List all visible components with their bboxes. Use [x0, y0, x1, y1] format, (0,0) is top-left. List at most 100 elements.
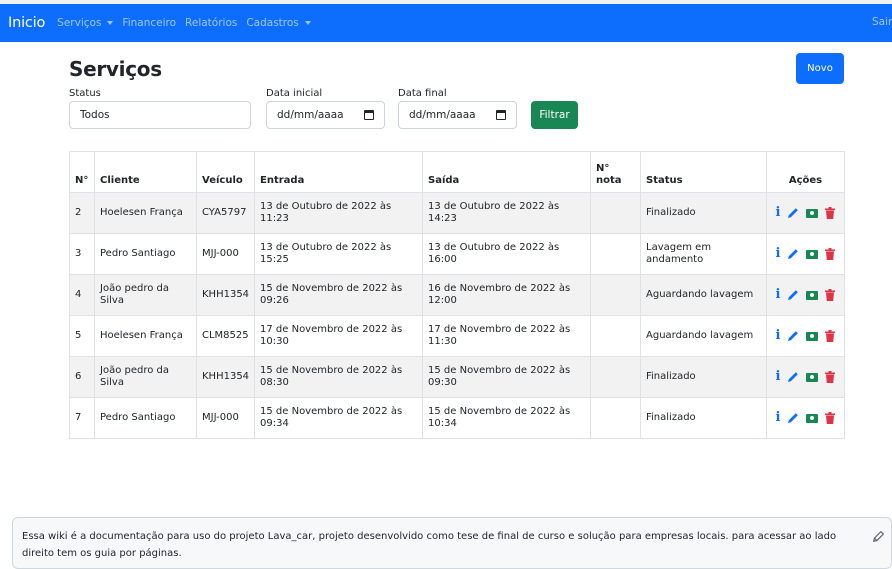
trash-icon[interactable]: [825, 207, 836, 219]
cell-entrada: 15 de Novembro de 2022 às 09:34: [254, 397, 423, 439]
end-date-label: Data final: [398, 88, 447, 99]
money-icon[interactable]: [806, 413, 819, 423]
trash-icon[interactable]: [825, 371, 836, 383]
start-date-value: dd/mm/aaaa: [277, 109, 344, 121]
nav-item-label: Cadastros: [246, 17, 299, 29]
money-icon[interactable]: [806, 208, 819, 218]
money-icon[interactable]: [806, 290, 819, 300]
cell-nota: [590, 315, 641, 357]
cell-cliente: Pedro Santiago: [94, 233, 197, 275]
row-actions: i: [772, 411, 839, 424]
cell-num: 5: [69, 315, 95, 357]
money-icon[interactable]: [806, 331, 819, 341]
cell-status: Aguardando lavagem: [640, 315, 767, 357]
nav-item-label: Serviços: [57, 17, 102, 29]
money-icon[interactable]: [806, 249, 819, 259]
cell-status: Lavagem em andamento: [640, 233, 767, 275]
calendar-icon[interactable]: [364, 110, 374, 120]
money-icon[interactable]: [806, 372, 819, 382]
cell-veiculo: MJJ-000: [196, 233, 255, 275]
row-actions: i: [772, 370, 839, 383]
status-select-value: Todos: [80, 109, 110, 121]
cell-saida: 15 de Novembro de 2022 às 10:34: [422, 397, 591, 439]
calendar-icon[interactable]: [496, 110, 506, 120]
info-icon[interactable]: i: [776, 370, 781, 383]
cell-cliente: Hoelesen França: [94, 315, 197, 357]
nav-item-financeiro[interactable]: Financeiro: [122, 17, 176, 29]
caret-down-icon: [107, 21, 114, 25]
cell-cliente: Hoelesen França: [94, 192, 197, 234]
trash-icon[interactable]: [825, 412, 836, 424]
info-icon[interactable]: i: [776, 329, 781, 342]
edit-icon[interactable]: [787, 330, 799, 342]
row-actions: i: [772, 206, 839, 219]
caret-down-icon: [304, 21, 311, 25]
header-entrada: Entrada: [254, 151, 423, 193]
edit-icon[interactable]: [787, 412, 799, 424]
cell-status: Finalizado: [640, 356, 767, 398]
new-service-button[interactable]: Novo: [796, 53, 844, 84]
cell-status: Finalizado: [640, 192, 767, 234]
edit-icon[interactable]: [787, 248, 799, 260]
services-table: N° Cliente Veículo Entrada Saída N° nota…: [69, 151, 845, 439]
cell-actions: i: [766, 233, 845, 275]
cell-nota: [590, 192, 641, 234]
cell-veiculo: CYA5797: [196, 192, 255, 234]
cell-nota: [590, 356, 641, 398]
cell-cliente: Pedro Santiago: [94, 397, 197, 439]
pencil-icon[interactable]: [872, 530, 885, 543]
nav-item-label: Financeiro: [122, 17, 177, 29]
table-body: 2 Hoelesen França CYA5797 13 de Outubro …: [69, 192, 845, 439]
table-row: 4 João pedro da Silva KHH1354 15 de Nove…: [69, 274, 845, 316]
status-label: Status: [69, 88, 101, 99]
header-nota: N° nota: [590, 151, 641, 193]
start-date-input[interactable]: dd/mm/aaaa: [266, 101, 385, 129]
cell-entrada: 15 de Novembro de 2022 às 09:26: [254, 274, 423, 316]
cell-actions: i: [766, 397, 845, 439]
header-status: Status: [640, 151, 767, 193]
table-row: 2 Hoelesen França CYA5797 13 de Outubro …: [69, 192, 845, 234]
cell-saida: 13 de Outubro de 2022 às 14:23: [422, 192, 591, 234]
cell-num: 6: [69, 356, 95, 398]
info-icon[interactable]: i: [776, 288, 781, 301]
cell-num: 2: [69, 192, 95, 234]
navbar-brand[interactable]: Inicio: [8, 15, 45, 31]
info-icon[interactable]: i: [776, 206, 781, 219]
cell-saida: 17 de Novembro de 2022 às 11:30: [422, 315, 591, 357]
table-row: 5 Hoelesen França CLM8525 17 de Novembro…: [69, 315, 845, 357]
cell-actions: i: [766, 315, 845, 357]
cell-entrada: 13 de Outubro de 2022 às 11:23: [254, 192, 423, 234]
logout-link[interactable]: Sair: [872, 16, 892, 28]
end-date-input[interactable]: dd/mm/aaaa: [398, 101, 517, 129]
cell-status: Aguardando lavagem: [640, 274, 767, 316]
edit-icon[interactable]: [787, 371, 799, 383]
edit-icon[interactable]: [787, 289, 799, 301]
filter-button[interactable]: Filtrar: [531, 101, 578, 129]
edit-icon[interactable]: [787, 207, 799, 219]
nav-item-relatorios[interactable]: Relatórios: [185, 17, 237, 29]
cell-saida: 15 de Novembro de 2022 às 09:30: [422, 356, 591, 398]
cell-saida: 16 de Novembro de 2022 às 12:00: [422, 274, 591, 316]
row-actions: i: [772, 329, 839, 342]
info-icon[interactable]: i: [776, 411, 781, 424]
trash-icon[interactable]: [825, 248, 836, 260]
header-veiculo: Veículo: [196, 151, 255, 193]
cell-cliente: João pedro da Silva: [94, 274, 197, 316]
nav-item-cadastros[interactable]: Cadastros: [246, 17, 311, 29]
cell-veiculo: KHH1354: [196, 274, 255, 316]
trash-icon[interactable]: [825, 289, 836, 301]
cell-actions: i: [766, 356, 845, 398]
nav-item-servicos[interactable]: Serviços: [57, 17, 114, 29]
info-icon[interactable]: i: [776, 247, 781, 260]
cell-num: 3: [69, 233, 95, 275]
trash-icon[interactable]: [825, 330, 836, 342]
app-screen: Inicio Serviços Financeiro Relatórios Ca…: [0, 0, 892, 569]
cell-nota: [590, 233, 641, 275]
cell-nota: [590, 397, 641, 439]
cell-status: Finalizado: [640, 397, 767, 439]
cell-veiculo: KHH1354: [196, 356, 255, 398]
cell-entrada: 17 de Novembro de 2022 às 10:30: [254, 315, 423, 357]
header-num: N°: [69, 151, 95, 193]
wiki-footer: Essa wiki é a documentação para uso do p…: [12, 517, 892, 569]
status-select[interactable]: Todos: [69, 101, 251, 129]
